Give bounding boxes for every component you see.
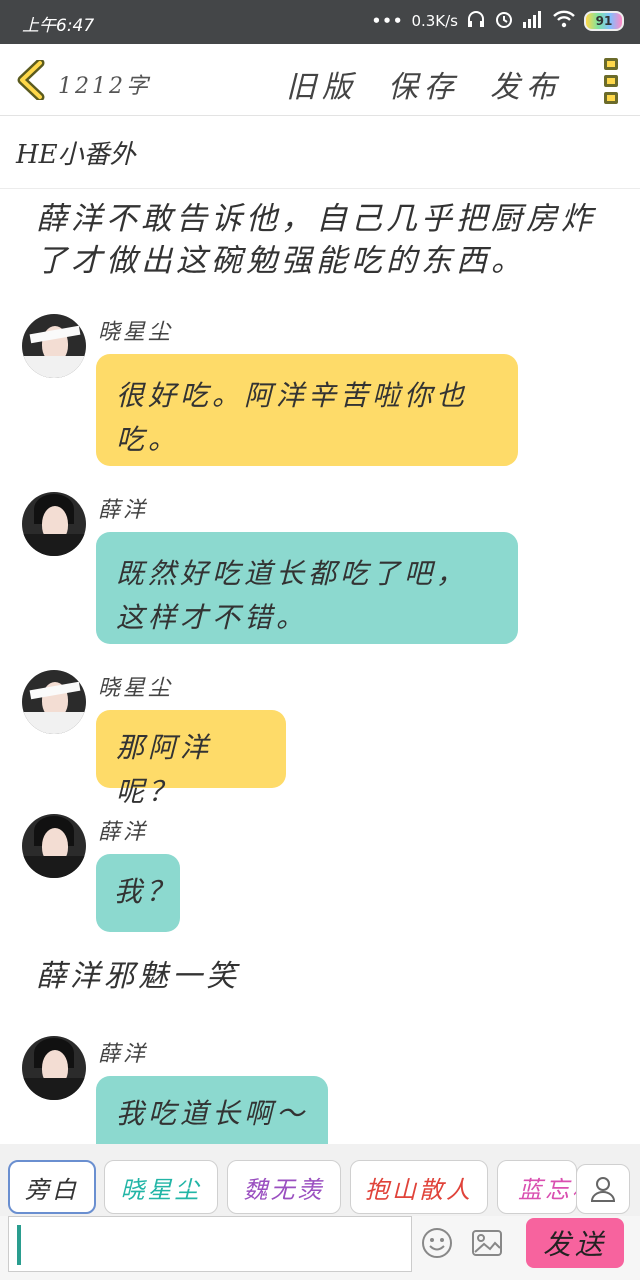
network-speed: 0.3K/s xyxy=(411,12,458,30)
narration-line: 了才做出这碗勉强能吃的东西。 xyxy=(36,243,526,279)
menu-dot xyxy=(604,92,618,104)
menu-dot xyxy=(604,75,618,87)
status-bar: 上午6:47 ••• 0.3K/s 91 xyxy=(0,0,640,44)
narration-block[interactable]: 薛洋不敢告诉他，自己几乎把厨房炸 了才做出这碗勉强能吃的东西。 xyxy=(36,198,596,282)
editor-header: 1212字 旧版 保存 发布 xyxy=(0,44,640,116)
composer: 发送 xyxy=(0,1216,640,1280)
message-bubble[interactable]: 既然好吃道长都吃了吧， 这样才不错。 xyxy=(96,532,518,644)
image-icon[interactable] xyxy=(470,1226,504,1260)
character-chip[interactable]: 晓星尘 xyxy=(104,1160,218,1214)
avatar[interactable] xyxy=(22,314,86,378)
character-selector: 旁白 晓星尘 魏无羡 抱山散人 蓝忘机 xyxy=(0,1144,640,1216)
message-line: 我？ xyxy=(114,875,179,908)
avatar-robe xyxy=(22,856,86,878)
message-bubble[interactable]: 我？ xyxy=(96,854,180,932)
character-chip[interactable]: 蓝忘机 xyxy=(497,1160,577,1214)
sender-name: 薛洋 xyxy=(98,1042,149,1067)
chapter-title[interactable]: HE小番外 xyxy=(16,134,136,171)
character-chip-narrator[interactable]: 旁白 xyxy=(8,1160,96,1214)
user-icon xyxy=(590,1177,616,1202)
alarm-icon xyxy=(494,9,514,33)
emoji-icon[interactable] xyxy=(420,1226,454,1260)
sender-name: 晓星尘 xyxy=(98,320,174,345)
chevron-left-icon xyxy=(17,58,45,102)
word-count: 1212字 xyxy=(58,74,151,99)
add-character-button[interactable] xyxy=(576,1164,630,1214)
avatar-robe xyxy=(22,1078,86,1100)
battery-icon: 91 xyxy=(584,11,624,31)
menu-dot xyxy=(604,58,618,70)
more-menu-button[interactable] xyxy=(604,58,620,104)
save-button[interactable]: 保存 xyxy=(388,62,460,106)
avatar[interactable] xyxy=(22,670,86,734)
message-line: 很好吃。阿洋辛苦啦你也 xyxy=(116,379,469,412)
avatar[interactable] xyxy=(22,492,86,556)
divider xyxy=(0,188,640,189)
message-line: 吃。 xyxy=(116,423,181,456)
message-bubble[interactable]: 那阿洋呢？ xyxy=(96,710,286,808)
sender-name: 薛洋 xyxy=(98,820,149,845)
avatar-robe xyxy=(22,534,86,556)
sender-name: 薛洋 xyxy=(98,498,149,523)
character-chip[interactable]: 抱山散人 xyxy=(350,1160,488,1214)
sender-name: 晓星尘 xyxy=(98,676,174,701)
message-input[interactable] xyxy=(8,1216,412,1272)
message-line: 既然好吃道长都吃了吧， xyxy=(116,557,469,590)
avatar-robe xyxy=(22,712,86,734)
header-actions: 旧版 保存 发布 xyxy=(286,62,562,106)
back-button[interactable] xyxy=(14,58,48,102)
old-version-button[interactable]: 旧版 xyxy=(286,62,358,106)
message-bubble[interactable]: 我吃道长啊～ xyxy=(96,1076,328,1144)
narration-block[interactable]: 薛洋邪魅一笑 xyxy=(36,956,240,998)
more-dots-icon: ••• xyxy=(371,12,404,30)
message-line: 这样才不错。 xyxy=(116,601,309,634)
avatar[interactable] xyxy=(22,1036,86,1100)
wifi-icon xyxy=(552,10,576,32)
message-line: 我吃道长啊～ xyxy=(116,1097,309,1130)
text-caret xyxy=(17,1225,21,1265)
signal-icon xyxy=(522,10,544,32)
status-icons: ••• 0.3K/s 91 xyxy=(372,9,624,33)
avatar-robe xyxy=(22,356,86,378)
character-chip[interactable]: 魏无羡 xyxy=(227,1160,341,1214)
send-button[interactable]: 发送 xyxy=(526,1218,624,1268)
publish-button[interactable]: 发布 xyxy=(490,62,562,106)
status-time: 上午6:47 xyxy=(22,16,95,36)
avatar[interactable] xyxy=(22,814,86,878)
message-line: 那阿洋呢？ xyxy=(116,731,213,808)
narration-line: 薛洋不敢告诉他，自己几乎把厨房炸 xyxy=(36,201,596,237)
message-bubble[interactable]: 很好吃。阿洋辛苦啦你也 吃。 xyxy=(96,354,518,466)
headphone-icon xyxy=(466,9,486,33)
